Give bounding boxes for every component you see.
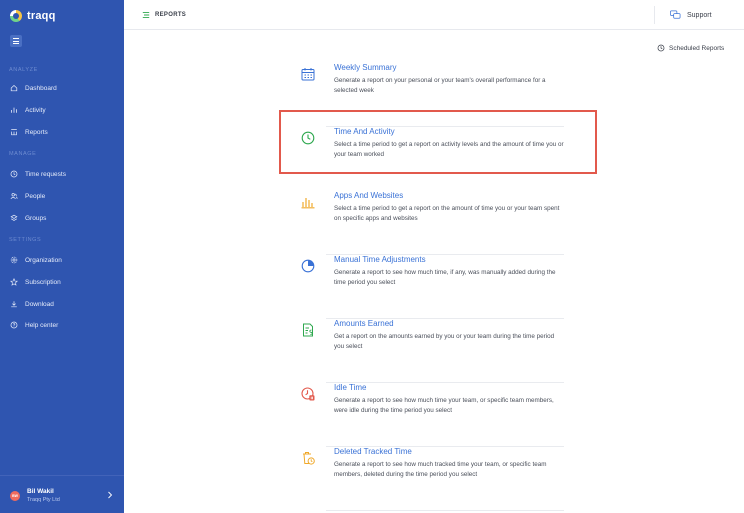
idle-clock-icon [301,387,315,401]
sidebar-item-download[interactable]: Download [10,299,54,309]
star-icon [10,278,18,286]
groups-icon [10,214,18,221]
calendar-icon [301,68,315,81]
traqq-logo-icon [10,10,22,22]
app-logo[interactable]: traqq [10,10,56,22]
sidebar-item-help-center[interactable]: Help center [10,320,58,330]
header-divider [654,6,655,24]
pie-chart-icon [301,259,315,273]
section-label-settings: SETTINGS [9,237,42,243]
deleted-time-icon [303,452,315,465]
sidebar-item-reports[interactable]: Reports [10,127,48,137]
report-card-idle-time[interactable]: Idle Time Generate a report to see how m… [288,383,564,447]
section-label-manage: MANAGE [9,151,37,157]
sidebar-item-people[interactable]: People [10,191,45,201]
sidebar-item-time-requests[interactable]: Time requests [10,169,66,179]
report-card-manual-time-adjustments[interactable]: Manual Time Adjustments Generate a repor… [288,255,564,319]
sidebar-item-label: Reports [25,128,48,136]
bar-chart-icon [301,198,315,209]
report-card-amounts-earned[interactable]: Amounts Earned Get a report on the amoun… [288,319,564,383]
sidebar-item-label: People [25,192,46,200]
user-name: Bil Wakil [27,488,54,495]
report-description: Select a time period to get a report on … [334,205,560,222]
top-bar: REPORTS Support [124,0,744,30]
money-document-icon [303,323,313,337]
help-icon [10,321,18,329]
section-label-analyze: ANALYZE [9,67,38,73]
sidebar-item-label: Subscription [25,278,61,286]
report-title[interactable]: Weekly Summary [334,63,397,72]
sidebar-item-groups[interactable]: Groups [10,213,46,223]
user-profile-menu[interactable]: BW Bil Wakil Traqq Pty Ltd [0,475,124,513]
app-name: traqq [27,10,56,22]
support-label: Support [687,11,712,19]
support-button[interactable]: Support [670,10,712,20]
page-title: REPORTS [142,11,186,19]
report-title[interactable]: Apps And Websites [334,191,403,200]
sidebar-item-activity[interactable]: Activity [10,105,46,115]
sidebar-item-label: Activity [25,106,46,114]
scheduled-reports-label: Scheduled Reports [669,44,725,52]
report-title[interactable]: Deleted Tracked Time [334,447,412,456]
sidebar-item-subscription[interactable]: Subscription [10,277,61,287]
report-card-apps-and-websites[interactable]: Apps And Websites Select a time period t… [288,191,564,255]
report-card-deleted-tracked-time[interactable]: Deleted Tracked Time Generate a report t… [288,447,564,511]
scheduled-reports-link[interactable]: Scheduled Reports [657,44,724,52]
report-description: Generate a report to see how much tracke… [334,461,547,478]
user-company: Traqq Pty Ltd [27,497,60,503]
report-description: Generate a report on your personal or yo… [334,77,546,94]
report-description: Get a report on the amounts earned by yo… [334,333,555,350]
report-title[interactable]: Idle Time [334,383,366,392]
reports-menu-icon [142,12,150,18]
sidebar-item-label: Groups [25,214,47,222]
home-icon [10,84,18,92]
people-icon [10,193,18,200]
sidebar-item-label: Help center [25,321,59,329]
sidebar-item-dashboard[interactable]: Dashboard [10,83,57,93]
chevron-right-icon [108,491,113,499]
chat-support-icon [670,10,681,19]
avatar: BW [10,491,20,501]
gear-icon [10,256,18,264]
page-title-text: REPORTS [155,12,187,18]
report-description: Generate a report to see how much time, … [334,269,556,286]
report-title[interactable]: Manual Time Adjustments [334,255,426,264]
sidebar-item-organization[interactable]: Organization [10,255,62,265]
bar-chart-icon [11,107,17,113]
report-title[interactable]: Amounts Earned [334,319,394,328]
highlight-frame [279,110,597,174]
sidebar-item-label: Organization [25,256,62,264]
sidebar: traqq ANALYZE Dashboard Activity Reports… [0,0,124,513]
reports-icon [11,129,17,136]
clock-icon [10,170,18,178]
report-description: Generate a report to see how much time y… [334,397,554,414]
sidebar-item-label: Dashboard [25,84,57,92]
download-icon [11,301,17,308]
sidebar-item-label: Time requests [25,170,66,178]
divider [326,510,564,511]
sidebar-item-label: Download [25,300,54,308]
scheduled-clock-icon [657,44,665,52]
collapse-menu-button[interactable] [10,35,22,47]
